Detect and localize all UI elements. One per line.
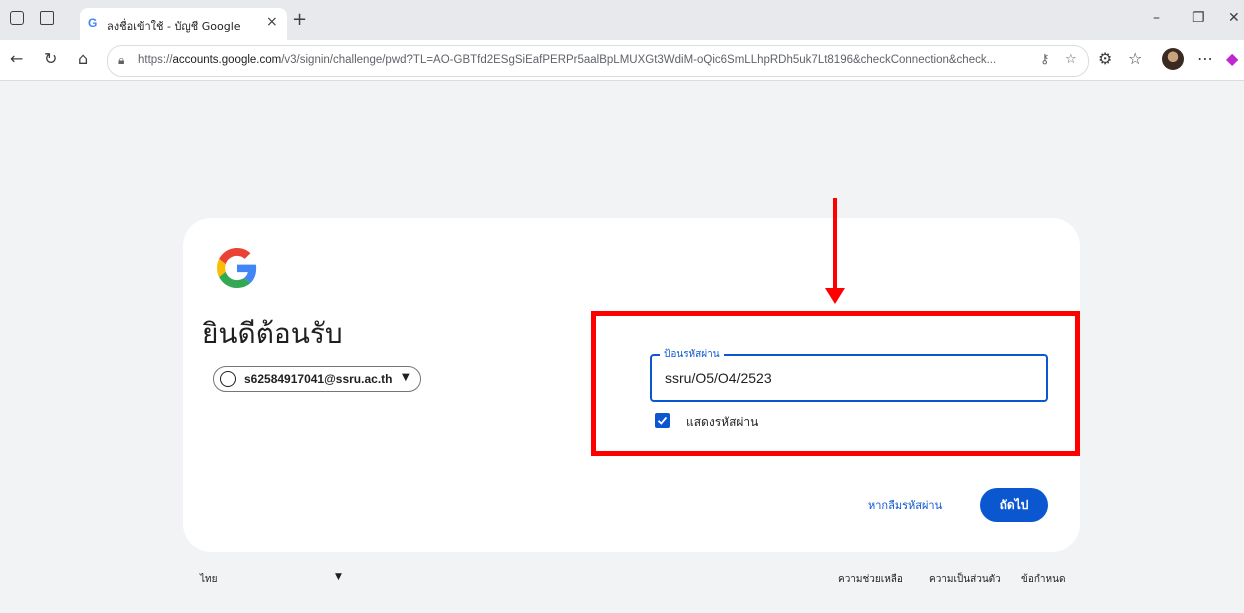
profile-avatar[interactable] [1162, 48, 1184, 70]
minimize-button[interactable]: – [1153, 10, 1160, 26]
chevron-down-icon[interactable]: ▼ [335, 572, 342, 582]
browser-tab-strip: G ลงชื่อเข้าใช้ - บัญชี Google × + – ❐ ✕ [0, 0, 1244, 40]
annotation-highlight-box [591, 311, 1080, 456]
browser-toolbar: ← ↻ ⌂ 🔒︎ https://accounts.google.com/v3/… [0, 40, 1244, 81]
new-tab-button[interactable]: + [292, 9, 307, 30]
address-bar[interactable]: 🔒︎ https://accounts.google.com/v3/signin… [107, 45, 1089, 77]
tab-actions-icon[interactable] [40, 11, 54, 25]
account-circle-icon [220, 371, 236, 387]
favorites-icon[interactable]: ☆ [1128, 49, 1142, 68]
tab-close-icon[interactable]: × [266, 14, 278, 30]
account-email: s62584917041@ssru.ac.th [244, 372, 393, 386]
privacy-link[interactable]: ความเป็นส่วนตัว [929, 572, 1001, 587]
help-link[interactable]: ความช่วยเหลือ [838, 572, 903, 587]
annotation-arrow-head [825, 288, 845, 304]
tab-title: ลงชื่อเข้าใช้ - บัญชี Google [107, 20, 241, 33]
password-key-icon[interactable]: ⚷ [1040, 52, 1050, 67]
more-menu-icon[interactable]: ⋯ [1197, 49, 1213, 68]
next-button[interactable]: ถัดไป [980, 488, 1048, 522]
annotation-arrow [833, 198, 837, 290]
address-url: https://accounts.google.com/v3/signin/ch… [138, 54, 997, 66]
forgot-password-link[interactable]: หากลืมรหัสผ่าน [868, 496, 942, 514]
refresh-icon[interactable]: ↻ [44, 49, 57, 68]
terms-link[interactable]: ข้อกำหนด [1021, 572, 1065, 587]
chevron-down-icon: ▼ [402, 372, 410, 383]
copilot-icon[interactable]: ◆ [1226, 49, 1238, 68]
workspaces-icon[interactable] [10, 11, 24, 25]
extensions-icon[interactable]: ⚙ [1098, 49, 1112, 68]
language-selector[interactable]: ไทย [200, 572, 217, 587]
back-icon[interactable]: ← [10, 49, 23, 68]
google-favicon-icon: G [88, 16, 98, 30]
restore-button[interactable]: ❐ [1192, 10, 1205, 26]
close-window-button[interactable]: ✕ [1228, 10, 1240, 26]
favorite-star-icon[interactable]: ☆ [1065, 52, 1077, 67]
page-title: ยินดีต้อนรับ [202, 317, 343, 350]
account-chip[interactable]: s62584917041@ssru.ac.th ▼ [213, 366, 421, 392]
tab-google-signin[interactable]: G ลงชื่อเข้าใช้ - บัญชี Google × [80, 8, 287, 40]
google-logo-icon [217, 248, 257, 288]
home-icon[interactable]: ⌂ [78, 49, 88, 68]
site-info-icon[interactable]: 🔒︎ [118, 53, 124, 68]
